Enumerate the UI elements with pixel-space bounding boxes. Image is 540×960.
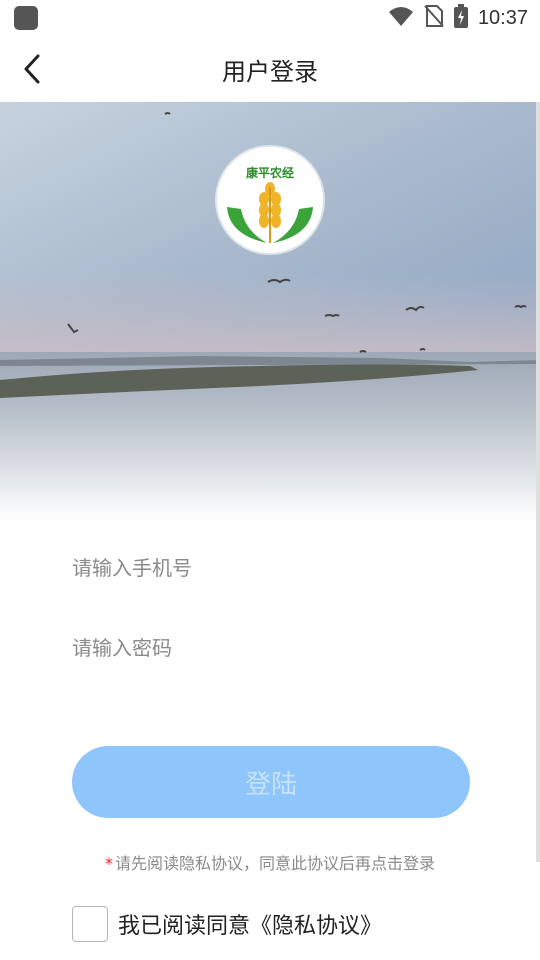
- privacy-notice-text: 请先阅读隐私协议，同意此协议后再点击登录: [114, 854, 435, 873]
- required-star: *: [104, 854, 113, 873]
- wheat-logo-icon: 康平农经: [217, 147, 323, 253]
- login-button[interactable]: 登陆: [72, 746, 470, 818]
- app-header: 用户登录: [0, 36, 540, 102]
- wifi-icon: [388, 5, 414, 31]
- password-input[interactable]: [72, 628, 472, 668]
- agreement-checkbox[interactable]: [72, 906, 108, 942]
- privacy-notice: * 请先阅读隐私协议，同意此协议后再点击登录: [0, 850, 540, 874]
- agreement-label[interactable]: 我已阅读同意《隐私协议》: [118, 908, 382, 940]
- status-time: 10:37: [477, 6, 528, 29]
- no-sim-icon: [424, 4, 444, 32]
- status-bar: 10:37: [0, 0, 540, 36]
- battery-charging-icon: [453, 4, 468, 32]
- agreement-row[interactable]: 我已阅读同意《隐私协议》: [72, 905, 382, 943]
- logo-text: 康平农经: [246, 165, 294, 180]
- phone-input[interactable]: [72, 548, 472, 588]
- page-title: 用户登录: [222, 58, 318, 86]
- status-icons: 10:37: [388, 4, 528, 32]
- app-icon: [14, 6, 38, 30]
- scrollbar[interactable]: [536, 102, 540, 862]
